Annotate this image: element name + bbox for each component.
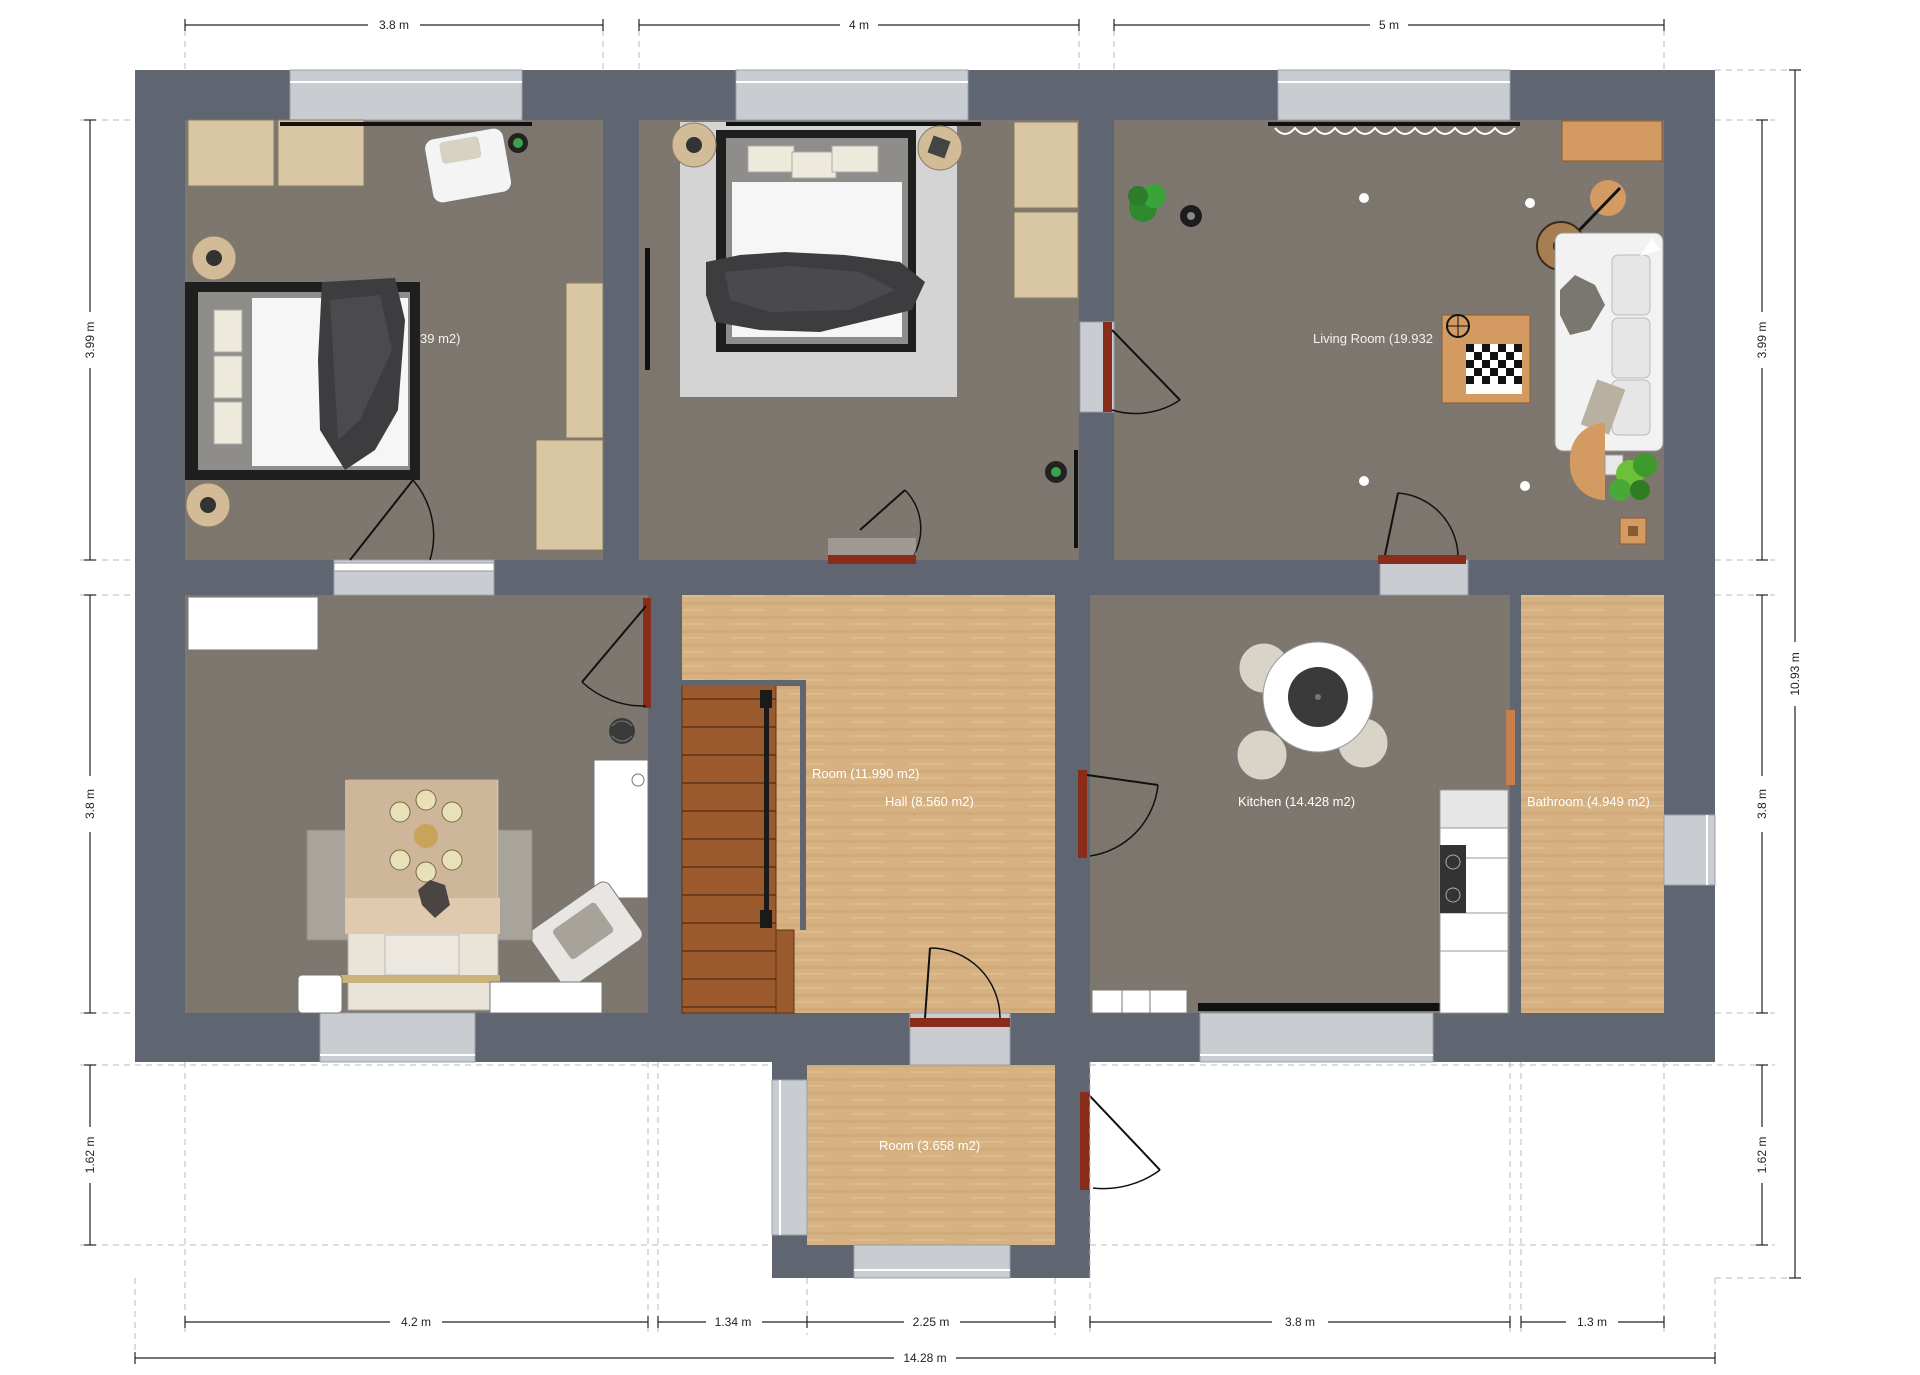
curtain-rod-icon	[726, 122, 981, 126]
room-label-bedroom1: 39 m2)	[420, 331, 460, 346]
door-icon[interactable]	[1506, 710, 1515, 785]
dim-right-3: 1.62 m	[1755, 1137, 1769, 1174]
window-icon	[771, 1079, 808, 1236]
dim-total-height: 10.93 m	[1788, 652, 1802, 695]
dim-top-1: 3.8 m	[379, 18, 409, 32]
sideboard-icon	[1561, 120, 1663, 162]
dim-left-3: 1.62 m	[83, 1137, 97, 1174]
dim-total-width: 14.28 m	[903, 1351, 946, 1365]
room-label-entry: Room (3.658 m2)	[879, 1138, 980, 1153]
bed-icon	[340, 779, 500, 1011]
window-icon	[853, 1244, 1011, 1279]
cabinet-icon	[1013, 121, 1079, 209]
window-icon	[735, 69, 969, 121]
table-icon	[1441, 314, 1531, 404]
window-icon	[1379, 559, 1469, 596]
floor-entry	[807, 1065, 1055, 1245]
dim-top-2: 4 m	[849, 18, 869, 32]
sofa-icon	[1554, 232, 1664, 452]
dim-right-2: 3.8 m	[1755, 789, 1769, 819]
ceiling-light-icon	[1520, 481, 1530, 491]
dim-left-2: 3.8 m	[83, 789, 97, 819]
cabinet-icon	[187, 119, 275, 187]
dresser-icon	[593, 759, 649, 899]
floor-plan: 39 m2) Living Room (19.932 Room (11.990 …	[80, 17, 1802, 1366]
door-icon[interactable]	[1080, 1092, 1161, 1190]
window-icon	[1198, 1003, 1440, 1011]
tv-icon	[645, 248, 650, 370]
window-icon	[1277, 69, 1511, 121]
bench-icon	[489, 981, 603, 1014]
dim-left-1: 3.99 m	[83, 322, 97, 359]
shelf-icon	[1091, 989, 1188, 1014]
radiator-icon	[1074, 450, 1078, 548]
dim-right-1: 3.99 m	[1755, 322, 1769, 359]
dim-bottom-1: 4.2 m	[401, 1315, 431, 1329]
basket-icon	[609, 718, 635, 744]
ceiling-light-icon	[1359, 476, 1369, 486]
ceiling-light-icon	[1525, 198, 1535, 208]
desk-icon	[187, 596, 319, 651]
cabinet-icon	[1013, 211, 1079, 299]
room-label-living: Living Room (19.932	[1313, 331, 1433, 346]
room-label-kitchen: Kitchen (14.428 m2)	[1238, 794, 1355, 809]
window-icon	[289, 69, 523, 121]
room-label-bathroom: Bathroom (4.949 m2)	[1527, 794, 1650, 809]
room-label-room-hall: Room (11.990 m2)	[812, 766, 919, 781]
cabinet-icon	[565, 282, 604, 439]
room-label-hall: Hall (8.560 m2)	[885, 794, 974, 809]
bed-icon	[706, 130, 925, 352]
cabinet-icon	[277, 119, 365, 187]
ceiling-light-icon	[1359, 193, 1369, 203]
armchair-icon	[424, 127, 513, 204]
curtain-rod-icon	[1268, 122, 1520, 126]
bed-icon	[185, 278, 420, 480]
dim-bottom-3: 2.25 m	[913, 1315, 950, 1329]
nightstand-icon	[297, 974, 343, 1014]
cabinet-icon	[535, 439, 604, 551]
dim-bottom-4: 3.8 m	[1285, 1315, 1315, 1329]
dim-bottom-2: 1.34 m	[715, 1315, 752, 1329]
dim-top-3: 5 m	[1379, 18, 1399, 32]
dim-bottom-5: 1.3 m	[1577, 1315, 1607, 1329]
curtain-rod-icon	[280, 122, 532, 126]
kitchen-counter-icon	[1439, 789, 1509, 1014]
